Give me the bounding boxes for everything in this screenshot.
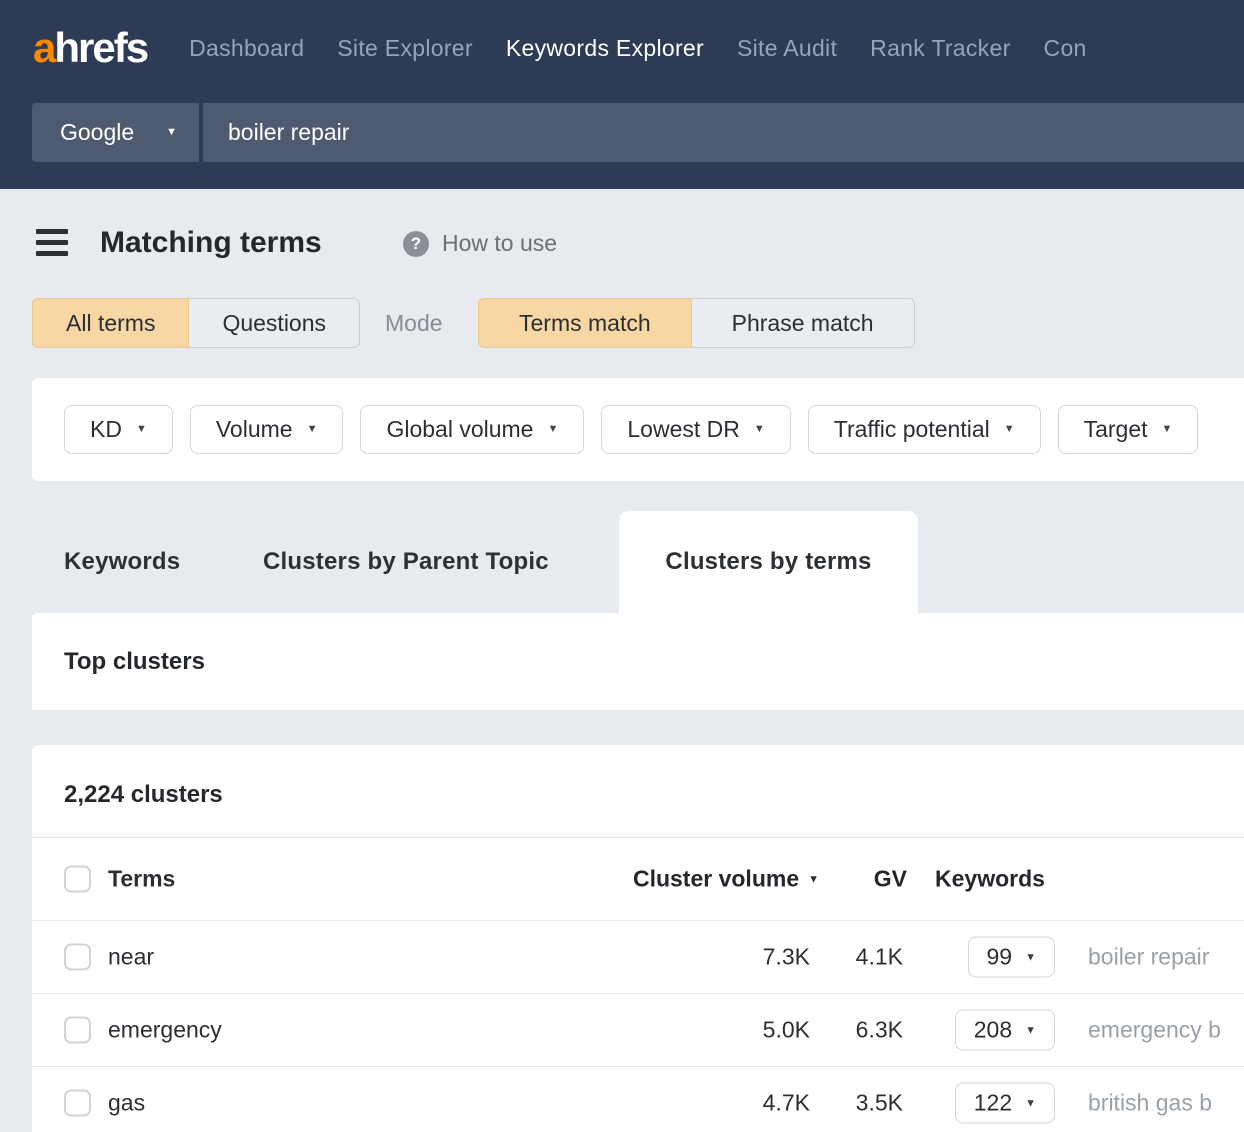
chevron-down-icon: ▼: [547, 424, 558, 435]
nav-item-dashboard[interactable]: Dashboard: [189, 35, 304, 62]
cluster-term: emergency: [108, 1017, 222, 1044]
chevron-down-icon: ▼: [754, 424, 765, 435]
toggle-phrase-match[interactable]: Phrase match: [691, 298, 915, 348]
keywords-explorer-screen: ahrefs Dashboard Site Explorer Keywords …: [0, 0, 1244, 1132]
column-header-cluster-volume[interactable]: Cluster volume ▼: [633, 866, 819, 893]
table-row: near 7.3K 4.1K 99 ▼ boiler repair: [32, 920, 1244, 993]
sample-keyword: emergency b: [1088, 1017, 1221, 1044]
top-clusters-card: Top clusters: [32, 613, 1244, 710]
filter-chips: KD▼ Volume▼ Global volume▼ Lowest DR▼ Tr…: [32, 378, 1244, 454]
tab-clusters-by-parent-topic[interactable]: Clusters by Parent Topic: [263, 548, 549, 576]
keyword-search-bar: Google ▼ boiler repair: [32, 103, 1244, 162]
cluster-volume-value: 4.7K: [763, 1090, 810, 1117]
nav-item-rank-tracker[interactable]: Rank Tracker: [870, 35, 1010, 62]
chevron-down-icon: ▼: [136, 424, 147, 435]
keywords-count-dropdown[interactable]: 99 ▼: [968, 937, 1055, 978]
tab-clusters-by-terms[interactable]: Clusters by terms: [619, 511, 918, 613]
ahrefs-logo[interactable]: ahrefs: [33, 24, 147, 72]
logo-rest: hrefs: [54, 24, 147, 71]
cluster-volume-value: 7.3K: [763, 944, 810, 971]
mode-label: Mode: [385, 298, 443, 348]
table-row: emergency 5.0K 6.3K 208 ▼ emergency b: [32, 993, 1244, 1066]
cluster-volume-value: 5.0K: [763, 1017, 810, 1044]
row-checkbox[interactable]: [64, 1090, 91, 1117]
chevron-down-icon: ▼: [307, 424, 318, 435]
toggle-all-terms[interactable]: All terms: [32, 298, 189, 348]
chevron-down-icon: ▼: [1025, 1026, 1036, 1037]
clusters-count: 2,224 clusters: [32, 745, 1244, 838]
page-title: Matching terms: [100, 226, 322, 260]
help-icon: ?: [403, 231, 429, 257]
toggle-questions[interactable]: Questions: [188, 298, 360, 348]
top-clusters-heading: Top clusters: [64, 613, 205, 710]
menu-icon[interactable]: [36, 229, 68, 256]
row-checkbox[interactable]: [64, 944, 91, 971]
search-query-input[interactable]: boiler repair: [203, 103, 1244, 162]
how-to-use-link[interactable]: ? How to use: [403, 230, 557, 257]
sample-keyword: boiler repair: [1088, 944, 1209, 971]
nav-row: ahrefs Dashboard Site Explorer Keywords …: [0, 0, 1244, 96]
sample-keyword: british gas b: [1088, 1090, 1212, 1117]
top-navigation: ahrefs Dashboard Site Explorer Keywords …: [0, 0, 1244, 189]
gv-value: 3.5K: [856, 1090, 903, 1117]
cluster-term: near: [108, 944, 154, 971]
keywords-count-dropdown[interactable]: 122 ▼: [955, 1083, 1055, 1124]
how-to-use-label: How to use: [442, 230, 557, 257]
cluster-term: gas: [108, 1090, 145, 1117]
toggle-terms-match[interactable]: Terms match: [478, 298, 692, 348]
chevron-down-icon: ▼: [1025, 953, 1036, 964]
row-checkbox[interactable]: [64, 1017, 91, 1044]
nav-items: Dashboard Site Explorer Keywords Explore…: [189, 35, 1087, 62]
gv-value: 6.3K: [856, 1017, 903, 1044]
filter-target[interactable]: Target▼: [1058, 405, 1199, 454]
tab-keywords[interactable]: Keywords: [64, 548, 180, 576]
table-row: gas 4.7K 3.5K 122 ▼ british gas b: [32, 1066, 1244, 1132]
column-header-gv[interactable]: GV: [874, 866, 907, 893]
nav-item-keywords-explorer[interactable]: Keywords Explorer: [506, 35, 704, 62]
filter-global-volume[interactable]: Global volume▼: [360, 405, 584, 454]
keywords-count-dropdown[interactable]: 208 ▼: [955, 1010, 1055, 1051]
chevron-down-icon: ▼: [166, 127, 177, 138]
column-header-terms[interactable]: Terms: [108, 866, 175, 893]
chevron-down-icon: ▼: [1004, 424, 1015, 435]
logo-accent-letter: a: [33, 24, 54, 71]
nav-item-content-explorer[interactable]: Con: [1044, 35, 1087, 62]
search-engine-selector[interactable]: Google ▼: [32, 103, 203, 162]
nav-item-site-explorer[interactable]: Site Explorer: [337, 35, 473, 62]
filter-volume[interactable]: Volume▼: [190, 405, 344, 454]
chevron-down-icon: ▼: [1025, 1099, 1036, 1110]
chevron-down-icon: ▼: [1162, 424, 1173, 435]
gv-value: 4.1K: [856, 944, 903, 971]
sort-desc-icon: ▼: [808, 875, 819, 886]
terms-toggle-group: All terms Questions: [32, 298, 360, 348]
table-header-row: Terms Cluster volume ▼ GV Keywords: [32, 838, 1244, 920]
search-engine-label: Google: [60, 119, 134, 146]
column-header-keywords: Keywords: [935, 866, 1045, 893]
select-all-checkbox[interactable]: [64, 866, 91, 893]
filter-traffic-potential[interactable]: Traffic potential▼: [808, 405, 1041, 454]
filters-card: KD▼ Volume▼ Global volume▼ Lowest DR▼ Tr…: [32, 378, 1244, 481]
filter-lowest-dr[interactable]: Lowest DR▼: [601, 405, 790, 454]
mode-toggle-group: Terms match Phrase match: [478, 298, 915, 348]
filter-kd[interactable]: KD▼: [64, 405, 173, 454]
nav-item-site-audit[interactable]: Site Audit: [737, 35, 837, 62]
clusters-table-card: 2,224 clusters Terms Cluster volume ▼ GV…: [32, 745, 1244, 1132]
